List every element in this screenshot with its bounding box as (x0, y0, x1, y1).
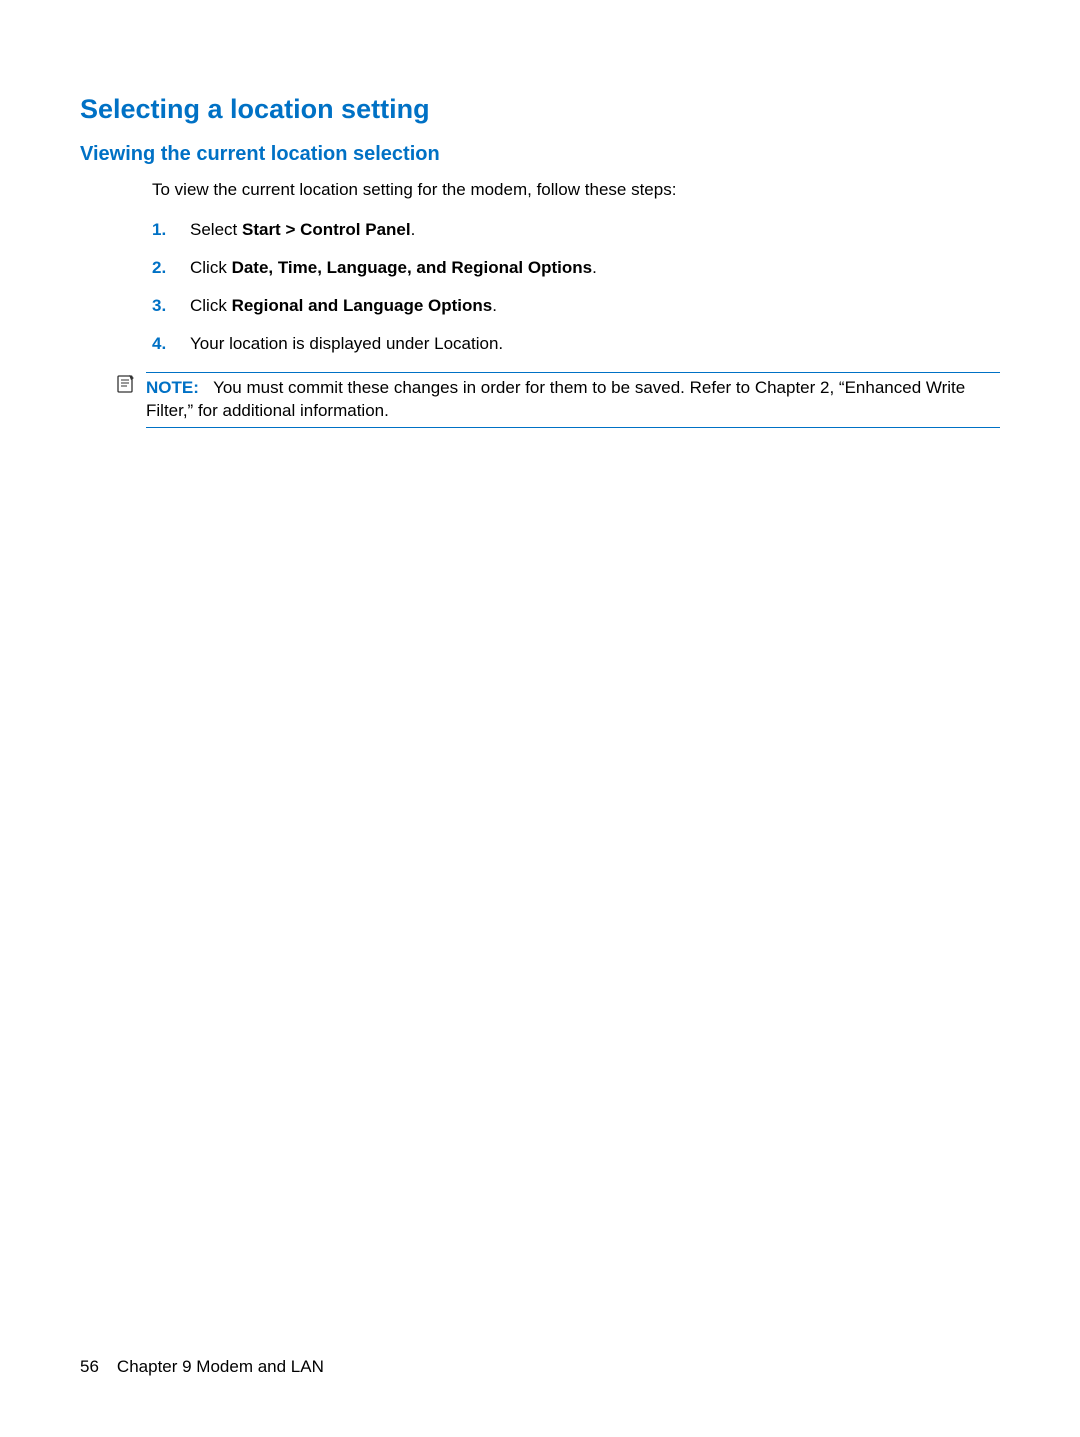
page-number: 56 (80, 1357, 99, 1376)
document-page: Selecting a location setting Viewing the… (0, 0, 1080, 1437)
list-item: 1. Select Start > Control Panel. (152, 220, 1000, 240)
page-footer: 56 Chapter 9 Modem and LAN (80, 1357, 324, 1377)
note-block: NOTE: You must commit these changes in o… (116, 372, 1000, 428)
chapter-label: Chapter 9 Modem and LAN (117, 1357, 324, 1376)
heading-1: Selecting a location setting (80, 94, 1000, 125)
step-text: Click Regional and Language Options. (190, 296, 497, 316)
step-number: 4. (152, 334, 190, 354)
list-item: 3. Click Regional and Language Options. (152, 296, 1000, 316)
list-item: 2. Click Date, Time, Language, and Regio… (152, 258, 1000, 278)
step-list: 1. Select Start > Control Panel. 2. Clic… (152, 220, 1000, 354)
list-item: 4. Your location is displayed under Loca… (152, 334, 1000, 354)
step-number: 2. (152, 258, 190, 278)
note-icon (116, 374, 136, 399)
step-number: 1. (152, 220, 190, 240)
note-body: NOTE: You must commit these changes in o… (146, 372, 1000, 428)
step-text: Select Start > Control Panel. (190, 220, 415, 240)
step-text: Your location is displayed under Locatio… (190, 334, 503, 354)
intro-text: To view the current location setting for… (152, 180, 1000, 200)
note-label: NOTE: (146, 378, 199, 397)
heading-2: Viewing the current location selection (80, 143, 1000, 166)
note-text: You must commit these changes in order f… (146, 378, 965, 420)
step-text: Click Date, Time, Language, and Regional… (190, 258, 597, 278)
step-number: 3. (152, 296, 190, 316)
